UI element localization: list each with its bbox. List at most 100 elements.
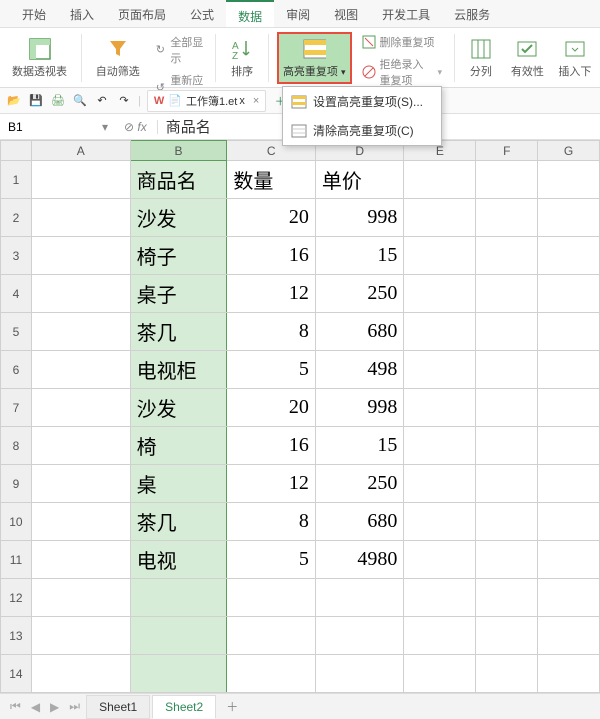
- sheet-nav-3[interactable]: ⏭: [65, 699, 84, 714]
- menu-tab-数据[interactable]: 数据: [226, 0, 274, 27]
- cell[interactable]: 椅: [130, 427, 227, 465]
- redo-icon[interactable]: ↷: [116, 93, 132, 109]
- cell[interactable]: 16: [227, 427, 316, 465]
- cell[interactable]: [31, 541, 130, 579]
- cell[interactable]: [31, 351, 130, 389]
- cell[interactable]: 沙发: [130, 199, 227, 237]
- cell[interactable]: [476, 541, 538, 579]
- row-header[interactable]: 9: [1, 465, 32, 503]
- clear-highlight-dup-item[interactable]: 清除高亮重复项(C): [283, 116, 441, 145]
- cell[interactable]: [538, 313, 600, 351]
- cell[interactable]: 20: [227, 199, 316, 237]
- sheet-nav-0[interactable]: ⏮: [6, 699, 25, 714]
- undo-icon[interactable]: ↶: [94, 93, 110, 109]
- cell[interactable]: 电视: [130, 541, 227, 579]
- cell[interactable]: [476, 655, 538, 693]
- cell[interactable]: [476, 199, 538, 237]
- cell[interactable]: [315, 579, 404, 617]
- add-sheet-button[interactable]: ＋: [218, 694, 246, 719]
- cell[interactable]: [31, 313, 130, 351]
- cell[interactable]: [538, 199, 600, 237]
- cell[interactable]: [31, 655, 130, 693]
- menu-tab-开发工具[interactable]: 开发工具: [370, 0, 442, 27]
- cell[interactable]: [538, 427, 600, 465]
- reject-dup-button[interactable]: 拒绝录入重复项 ▾: [358, 54, 447, 90]
- save-icon[interactable]: 💾: [28, 93, 44, 109]
- cell[interactable]: 沙发: [130, 389, 227, 427]
- cell[interactable]: [538, 465, 600, 503]
- cell[interactable]: [404, 617, 476, 655]
- set-highlight-dup-item[interactable]: 设置高亮重复项(S)...: [283, 87, 441, 116]
- fx-icon[interactable]: ⊘ fx: [114, 120, 158, 134]
- cell[interactable]: [404, 313, 476, 351]
- insert-dropdown-button[interactable]: 插入下: [556, 32, 594, 84]
- highlight-duplicates-button[interactable]: 高亮重复项 ▾: [277, 32, 352, 84]
- cell[interactable]: 茶几: [130, 503, 227, 541]
- menu-tab-页面布局[interactable]: 页面布局: [106, 0, 178, 27]
- column-header-A[interactable]: A: [31, 141, 130, 161]
- cell[interactable]: [31, 237, 130, 275]
- row-header[interactable]: 1: [1, 161, 32, 199]
- row-header[interactable]: 10: [1, 503, 32, 541]
- sort-button[interactable]: AZ 排序: [224, 32, 260, 84]
- cell[interactable]: [227, 655, 316, 693]
- cell[interactable]: [31, 579, 130, 617]
- cell[interactable]: [404, 541, 476, 579]
- cell[interactable]: 5: [227, 541, 316, 579]
- cell[interactable]: [31, 161, 130, 199]
- name-box-dropdown-icon[interactable]: ▾: [96, 120, 114, 134]
- cell[interactable]: [31, 199, 130, 237]
- cell[interactable]: [538, 503, 600, 541]
- sheet-tab-Sheet1[interactable]: Sheet1: [86, 695, 150, 719]
- document-tab[interactable]: W 📄 工作簿1.etx ×: [147, 90, 266, 112]
- sheet-nav-2[interactable]: ▶: [46, 700, 63, 714]
- cell[interactable]: [130, 617, 227, 655]
- cell[interactable]: 250: [315, 465, 404, 503]
- pivot-table-button[interactable]: 数据透视表: [6, 32, 73, 84]
- cell[interactable]: [538, 161, 600, 199]
- cell[interactable]: [476, 579, 538, 617]
- cell[interactable]: [130, 579, 227, 617]
- cell[interactable]: [404, 275, 476, 313]
- cell[interactable]: 4980: [315, 541, 404, 579]
- print-preview-icon[interactable]: 🔍: [72, 93, 88, 109]
- formula-bar[interactable]: 商品名: [158, 116, 219, 137]
- cell[interactable]: 8: [227, 313, 316, 351]
- cell[interactable]: 16: [227, 237, 316, 275]
- cell[interactable]: [476, 237, 538, 275]
- text-to-columns-button[interactable]: 分列: [463, 32, 499, 84]
- cell[interactable]: [130, 655, 227, 693]
- name-box-input[interactable]: [0, 120, 96, 134]
- cell[interactable]: [476, 275, 538, 313]
- cell[interactable]: 电视柜: [130, 351, 227, 389]
- row-header[interactable]: 11: [1, 541, 32, 579]
- cell[interactable]: [476, 465, 538, 503]
- cell[interactable]: [476, 313, 538, 351]
- cell[interactable]: 数量: [227, 161, 316, 199]
- cell[interactable]: [538, 351, 600, 389]
- cell[interactable]: 桌: [130, 465, 227, 503]
- cell[interactable]: [404, 655, 476, 693]
- column-header-G[interactable]: G: [538, 141, 600, 161]
- spreadsheet-grid[interactable]: ABCDEFG1商品名数量单价2沙发209983椅子16154桌子122505茶…: [0, 140, 600, 693]
- menu-tab-插入[interactable]: 插入: [58, 0, 106, 27]
- cell[interactable]: [315, 617, 404, 655]
- cell[interactable]: [538, 275, 600, 313]
- cell[interactable]: [227, 617, 316, 655]
- cell[interactable]: 250: [315, 275, 404, 313]
- cell[interactable]: 商品名: [130, 161, 227, 199]
- cell[interactable]: [538, 655, 600, 693]
- cell[interactable]: [31, 275, 130, 313]
- row-header[interactable]: 13: [1, 617, 32, 655]
- cell[interactable]: [404, 237, 476, 275]
- cell[interactable]: [31, 389, 130, 427]
- cell[interactable]: [31, 503, 130, 541]
- cell[interactable]: [404, 199, 476, 237]
- cell[interactable]: 498: [315, 351, 404, 389]
- close-icon[interactable]: ×: [253, 95, 259, 107]
- cell[interactable]: 椅子: [130, 237, 227, 275]
- row-header[interactable]: 14: [1, 655, 32, 693]
- cell[interactable]: [404, 465, 476, 503]
- cell[interactable]: 20: [227, 389, 316, 427]
- select-all-corner[interactable]: [1, 141, 32, 161]
